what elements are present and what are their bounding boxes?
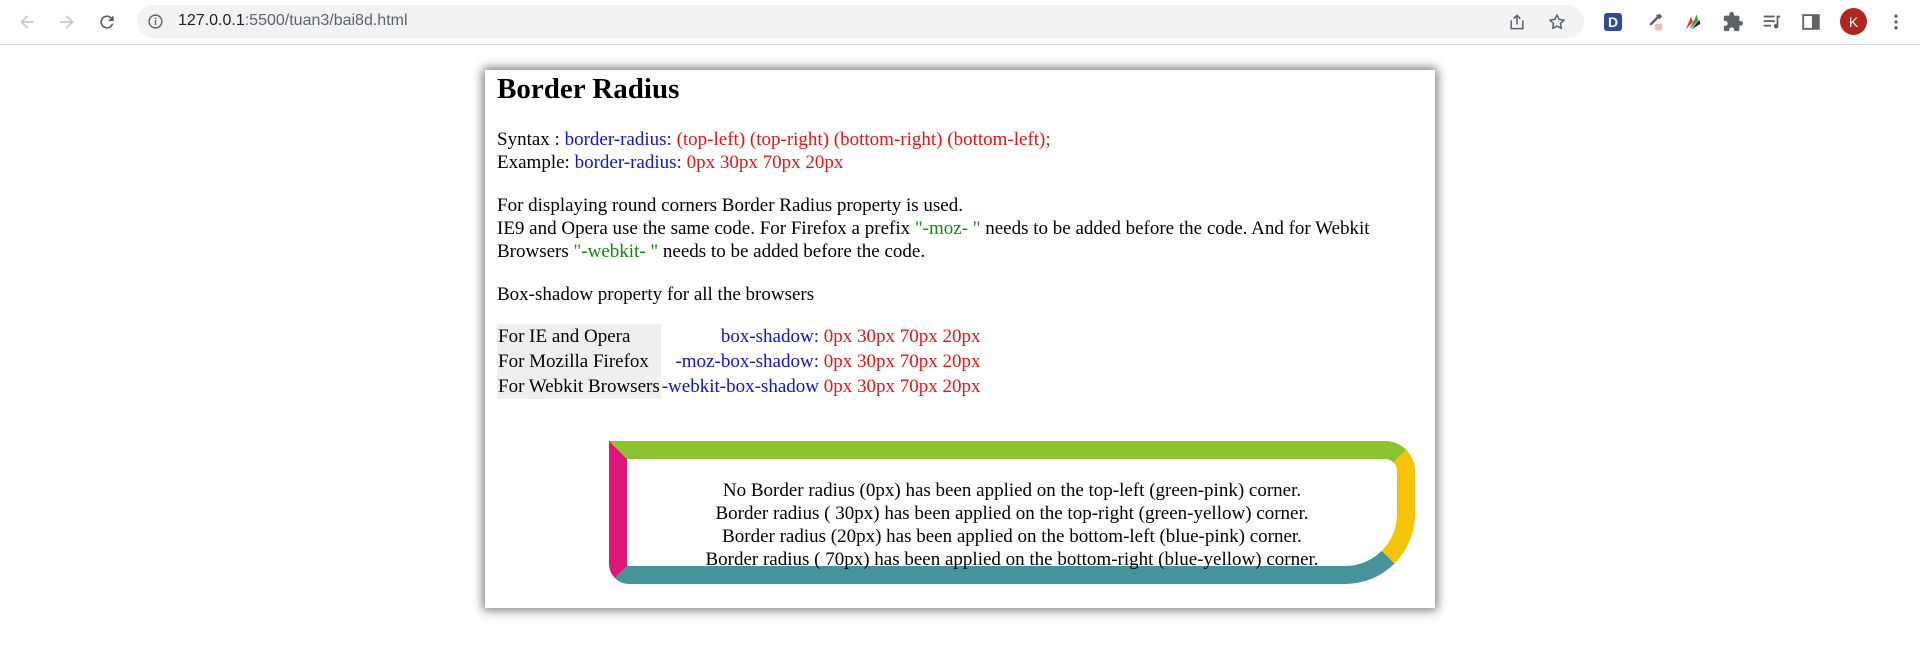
- table-row: For Webkit Browsers -webkit-box-shadow 0…: [497, 374, 981, 399]
- color-extension-icon[interactable]: [1682, 11, 1704, 33]
- box-shadow-heading: Box-shadow property for all the browsers: [497, 284, 815, 305]
- profile-avatar[interactable]: K: [1840, 8, 1867, 35]
- more-menu-icon[interactable]: [1886, 10, 1906, 34]
- eyedropper-extension-icon[interactable]: [1643, 11, 1665, 33]
- table-cell-value: -webkit-box-shadow 0px 30px 70px 20px: [661, 374, 982, 399]
- table-cell-label: For IE and Opera: [497, 324, 661, 349]
- page-title: Border Radius: [497, 73, 680, 105]
- example-line: Example: border-radius: 0px 30px 70px 20…: [497, 151, 1427, 174]
- back-button[interactable]: [14, 9, 40, 35]
- intro-text: For displaying round corners Border Radi…: [497, 195, 963, 216]
- side-panel-icon[interactable]: [1800, 11, 1822, 33]
- prefix-paragraph: IE9 and Opera use the same code. For Fir…: [497, 217, 1427, 263]
- url-path: :5500/tuan3/bai8d.html: [244, 12, 408, 29]
- shadow-property: -webkit-box-shadow: [661, 376, 819, 397]
- shadow-property: -moz-box-shadow:: [675, 351, 819, 372]
- demo-line: No Border radius (0px) has been applied …: [722, 480, 1302, 501]
- demo-line: Border radius ( 70px) has been applied o…: [705, 549, 1319, 570]
- webkit-prefix: "-webkit- ": [573, 241, 659, 262]
- demo-line: Border radius ( 30px) has been applied o…: [715, 503, 1309, 524]
- example-property: border-radius:: [574, 152, 682, 173]
- arrow-right-icon: [60, 15, 74, 29]
- syntax-value: (top-left) (top-right) (bottom-right) (b…: [671, 129, 1051, 150]
- shadow-value: 0px 30px 70px 20px: [818, 376, 981, 397]
- shadow-property: box-shadow:: [720, 326, 819, 347]
- bookmark-star-icon[interactable]: [1547, 12, 1567, 32]
- shadow-table: For IE and Opera box-shadow: 0px 30px 70…: [497, 324, 981, 399]
- card-content: Border Radius Syntax : border-radius: (t…: [497, 70, 1427, 399]
- browser-toolbar: 127.0.0.1:5500/tuan3/bai8d.html D K: [0, 0, 1920, 45]
- url-text[interactable]: 127.0.0.1:5500/tuan3/bai8d.html: [178, 12, 408, 30]
- extension-d-icon[interactable]: D: [1604, 13, 1622, 31]
- demo-line: Border radius (20px) has been applied on…: [722, 526, 1302, 547]
- prefix-text-1: IE9 and Opera use the same code. For Fir…: [497, 218, 915, 239]
- table-row: For IE and Opera box-shadow: 0px 30px 70…: [497, 324, 981, 349]
- forward-button[interactable]: [54, 9, 80, 35]
- table-cell-label: For Webkit Browsers: [497, 374, 661, 399]
- arrow-left-icon: [20, 15, 34, 29]
- example-label: Example:: [497, 152, 575, 173]
- content-card: Border Radius Syntax : border-radius: (t…: [485, 70, 1435, 608]
- prefix-text-3: needs to be added before the code.: [658, 241, 926, 262]
- table-row: For Mozilla Firefox -moz-box-shadow: 0px…: [497, 349, 981, 374]
- extensions-puzzle-icon[interactable]: [1722, 11, 1744, 33]
- table-cell-value: box-shadow: 0px 30px 70px 20px: [661, 324, 982, 349]
- shadow-value: 0px 30px 70px 20px: [818, 351, 981, 372]
- example-value: 0px 30px 70px 20px: [681, 152, 844, 173]
- syntax-label: Syntax :: [497, 129, 565, 150]
- border-radius-demo-box: No Border radius (0px) has been applied …: [609, 441, 1415, 584]
- reload-icon: [100, 15, 114, 29]
- demo-text: No Border radius (0px) has been applied …: [627, 479, 1397, 571]
- syntax-property: border-radius:: [564, 129, 672, 150]
- reload-button[interactable]: [94, 9, 120, 35]
- info-icon[interactable]: [147, 13, 164, 30]
- moz-prefix: "-moz- ": [914, 218, 981, 239]
- table-cell-value: -moz-box-shadow: 0px 30px 70px 20px: [661, 349, 982, 374]
- syntax-line: Syntax : border-radius: (top-left) (top-…: [497, 128, 1427, 151]
- media-queue-icon[interactable]: [1761, 11, 1783, 33]
- address-bar[interactable]: 127.0.0.1:5500/tuan3/bai8d.html: [137, 5, 1584, 38]
- url-host: 127.0.0.1: [178, 12, 245, 29]
- share-icon[interactable]: [1507, 12, 1527, 32]
- shadow-value: 0px 30px 70px 20px: [818, 326, 981, 347]
- table-cell-label: For Mozilla Firefox: [497, 349, 661, 374]
